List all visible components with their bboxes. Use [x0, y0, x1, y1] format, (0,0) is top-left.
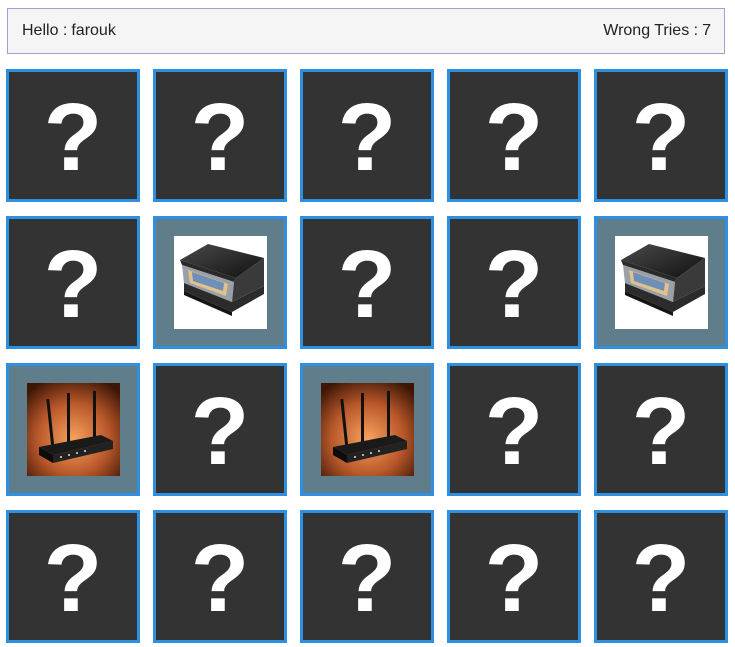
question-mark-icon: ?: [484, 524, 544, 632]
memory-card[interactable]: ?: [447, 363, 581, 496]
wrong-tries-count: 7: [702, 22, 711, 39]
wrong-tries: Wrong Tries : 7: [603, 22, 711, 40]
question-mark-icon: ?: [484, 377, 544, 485]
memory-card[interactable]: ?: [447, 69, 581, 202]
wrong-tries-label: Wrong Tries :: [603, 22, 699, 39]
scanner-image: [614, 236, 708, 329]
question-mark-icon: ?: [337, 230, 397, 338]
memory-card[interactable]: ?: [153, 69, 287, 202]
question-mark-icon: ?: [43, 230, 103, 338]
memory-card[interactable]: ?: [300, 216, 434, 349]
memory-card[interactable]: ?: [447, 216, 581, 349]
scanner-image: [173, 236, 267, 329]
question-mark-icon: ?: [337, 83, 397, 191]
memory-card[interactable]: ?: [594, 510, 728, 643]
question-mark-icon: ?: [631, 377, 691, 485]
player-name: farouk: [71, 22, 116, 39]
memory-card[interactable]: ?: [300, 69, 434, 202]
memory-card[interactable]: ?: [6, 69, 140, 202]
greeting: Hello : farouk: [22, 22, 116, 40]
game-info-bar: Hello : farouk Wrong Tries : 7: [7, 8, 725, 54]
memory-card[interactable]: [594, 216, 728, 349]
memory-card[interactable]: ?: [153, 510, 287, 643]
question-mark-icon: ?: [190, 83, 250, 191]
question-mark-icon: ?: [484, 83, 544, 191]
question-mark-icon: ?: [190, 377, 250, 485]
memory-card[interactable]: [6, 363, 140, 496]
memory-card[interactable]: [153, 216, 287, 349]
greeting-label: Hello :: [22, 22, 68, 39]
question-mark-icon: ?: [337, 524, 397, 632]
question-mark-icon: ?: [484, 230, 544, 338]
memory-card[interactable]: ?: [6, 510, 140, 643]
router-image: [26, 383, 120, 476]
question-mark-icon: ?: [43, 83, 103, 191]
memory-card[interactable]: ?: [6, 216, 140, 349]
question-mark-icon: ?: [631, 524, 691, 632]
question-mark-icon: ?: [631, 83, 691, 191]
question-mark-icon: ?: [43, 524, 103, 632]
memory-card[interactable]: ?: [594, 363, 728, 496]
question-mark-icon: ?: [190, 524, 250, 632]
memory-card[interactable]: ?: [594, 69, 728, 202]
memory-card[interactable]: ?: [153, 363, 287, 496]
memory-card[interactable]: ?: [447, 510, 581, 643]
memory-card[interactable]: ?: [300, 510, 434, 643]
memory-board: ????????????????: [6, 69, 728, 643]
memory-card[interactable]: [300, 363, 434, 496]
router-image: [320, 383, 414, 476]
